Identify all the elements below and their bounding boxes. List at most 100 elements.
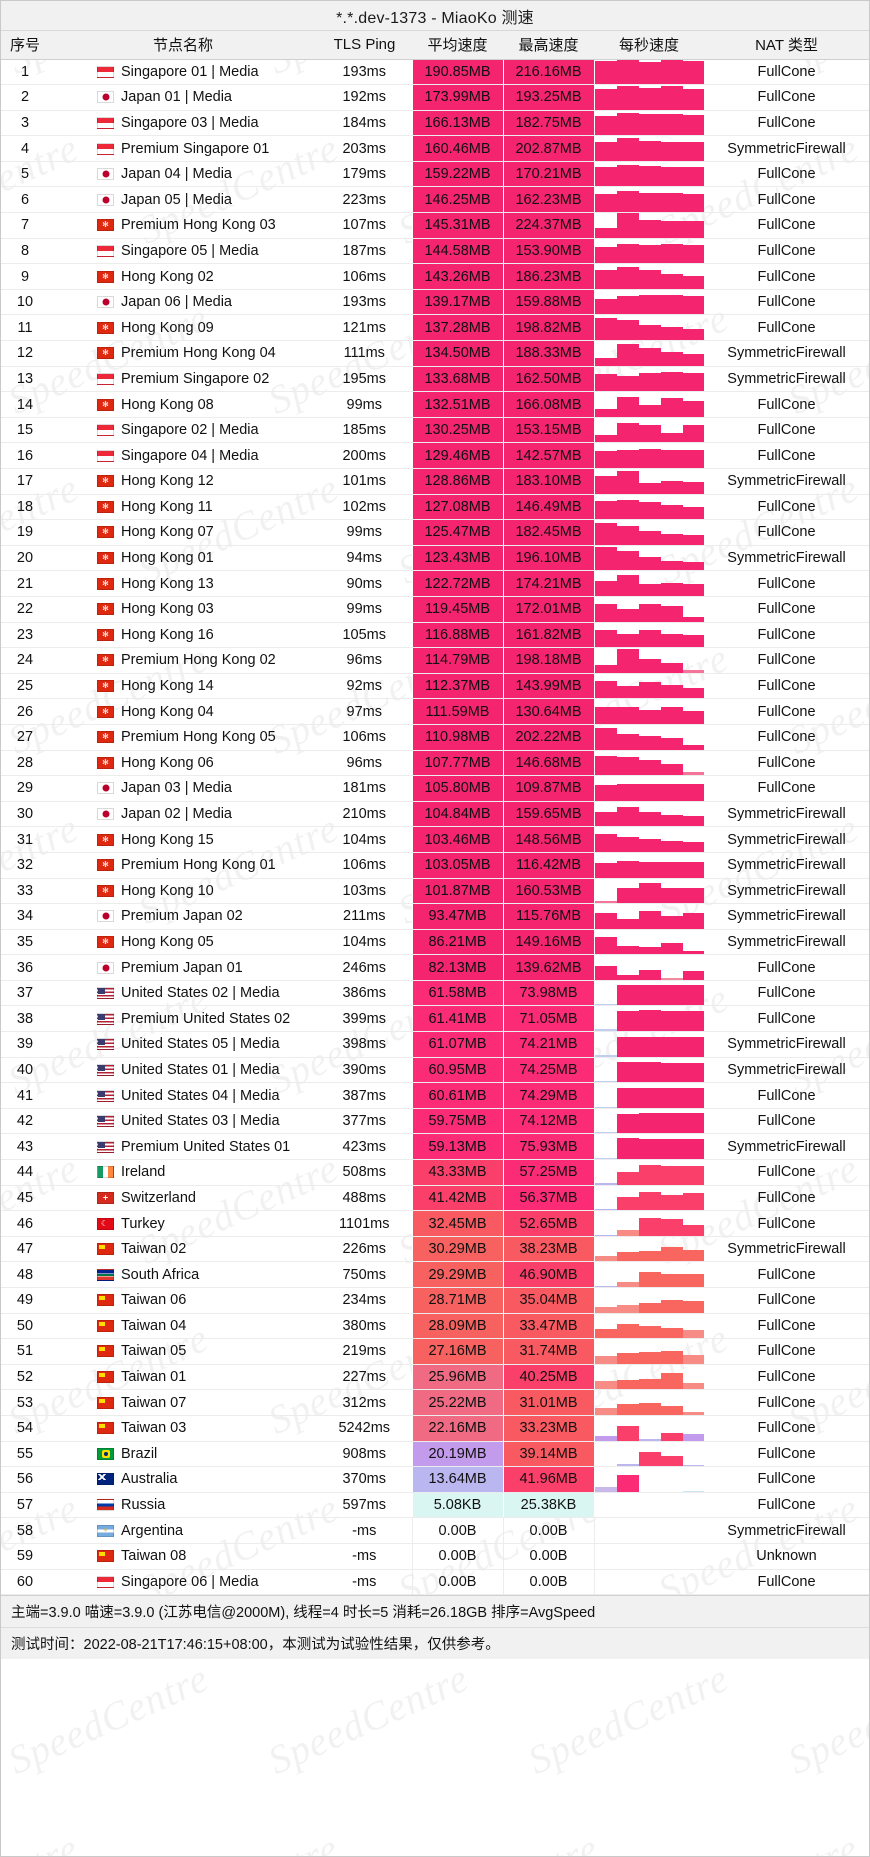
tls-ping-value: 111ms <box>317 340 412 367</box>
sparkline-bar <box>660 1247 683 1261</box>
column-header-max[interactable]: 最高速度 <box>503 31 594 60</box>
table-row[interactable]: 25 ✻ Hong Kong 14 92ms 112.37MB 143.99MB FullC… <box>1 673 869 700</box>
column-header-nat[interactable]: NAT 类型 <box>704 31 869 60</box>
table-row[interactable]: 59 Taiwan 08 -ms 0.00B 0.00B Unknown <box>1 1543 869 1570</box>
table-row[interactable]: 9 ✻ Hong Kong 02 106ms 143.26MB 186.23MB FullC… <box>1 263 869 290</box>
table-row[interactable]: 46 ☾ Turkey 1101ms 32.45MB 52.65MB FullCone <box>1 1210 869 1237</box>
sparkline-bars <box>594 1160 704 1185</box>
table-row[interactable]: 19 ✻ Hong Kong 07 99ms 125.47MB 182.45MB FullC… <box>1 519 869 546</box>
table-row[interactable]: 37 United States 02 | Media 386ms 61.58MB 73… <box>1 980 869 1007</box>
table-row[interactable]: 58 ☀ Argentina -ms 0.00B 0.00B SymmetricFirewa… <box>1 1517 869 1544</box>
table-row[interactable]: 48 South Africa 750ms 29.29MB 46.90MB FullCon… <box>1 1261 869 1288</box>
sparkline-bar <box>682 1225 704 1236</box>
table-row[interactable]: 33 ✻ Hong Kong 10 103ms 101.87MB 160.53MB Symm… <box>1 878 869 905</box>
sparkline-bar <box>638 219 661 238</box>
table-row[interactable]: 21 ✻ Hong Kong 13 90ms 122.72MB 174.21MB FullC… <box>1 570 869 597</box>
table-row[interactable]: 38 Premium United States 02 399ms 61.41MB 71… <box>1 1005 869 1033</box>
table-row[interactable]: 43 Premium United States 01 423ms 59.13MB 75… <box>1 1133 869 1161</box>
sparkline-bar <box>660 560 683 570</box>
sparkline-bar <box>638 1010 661 1031</box>
flag-icon-hk: ✻ <box>97 321 114 334</box>
table-row[interactable]: 51 Taiwan 05 219ms 27.16MB 31.74MB FullCone <box>1 1338 869 1365</box>
table-row[interactable]: 57 Russia 597ms 5.08KB 25.38KB FullCone <box>1 1492 869 1519</box>
table-row[interactable]: 29 Japan 03 | Media 181ms 105.80MB 109.87MB F… <box>1 775 869 802</box>
table-row[interactable]: 35 ✻ Hong Kong 05 104ms 86.21MB 149.16MB Symme… <box>1 929 869 956</box>
table-row[interactable]: 24 ✻ Premium Hong Kong 02 96ms 114.79MB 198.1… <box>1 647 869 674</box>
node-name-label: Premium United States 01 <box>121 1138 291 1155</box>
table-row[interactable]: 53 Taiwan 07 312ms 25.22MB 31.01MB FullCone <box>1 1389 869 1416</box>
table-row[interactable]: 1 Singapore 01 | Media 193ms 190.85MB 216.16… <box>1 59 869 86</box>
row-index: 17 <box>1 468 49 495</box>
column-header-index[interactable]: 序号 <box>1 31 49 60</box>
table-row[interactable]: 39 United States 05 | Media 398ms 61.07MB 74… <box>1 1031 869 1058</box>
table-row[interactable]: 8 Singapore 05 | Media 187ms 144.58MB 153.90… <box>1 238 869 265</box>
sparkline-bar <box>594 1381 617 1389</box>
table-row[interactable]: 13 Premium Singapore 02 195ms 133.68MB 162.5… <box>1 366 869 393</box>
column-header-name[interactable]: 节点名称 <box>49 31 317 60</box>
avg-speed-value: 123.43MB <box>411 545 504 572</box>
table-row[interactable]: 14 ✻ Hong Kong 08 99ms 132.51MB 166.08MB FullC… <box>1 391 869 418</box>
table-row[interactable]: 50 Taiwan 04 380ms 28.09MB 33.47MB FullCone <box>1 1313 869 1340</box>
table-row[interactable]: 56 Australia 370ms 13.64MB 41.96MB FullCone <box>1 1466 869 1493</box>
table-row[interactable]: 10 Japan 06 | Media 193ms 139.17MB 159.88MB F… <box>1 289 869 316</box>
table-row[interactable]: 20 ✻ Hong Kong 01 94ms 123.43MB 196.10MB Symme… <box>1 545 869 572</box>
table-row[interactable]: 18 ✻ Hong Kong 11 102ms 127.08MB 146.49MB Full… <box>1 494 869 521</box>
column-header-avg[interactable]: 平均速度 <box>412 31 503 60</box>
tls-ping-value: 1101ms <box>317 1210 412 1237</box>
table-row[interactable]: 32 ✻ Premium Hong Kong 01 106ms 103.05MB 116.… <box>1 852 869 879</box>
table-row[interactable]: 34 Premium Japan 02 211ms 93.47MB 115.76MB Sy… <box>1 903 869 930</box>
table-row[interactable]: 16 Singapore 04 | Media 200ms 129.46MB 142.5… <box>1 442 869 469</box>
table-row[interactable]: 26 ✻ Hong Kong 04 97ms 111.59MB 130.64MB FullC… <box>1 698 869 725</box>
sparkline-bar <box>638 244 661 263</box>
table-row[interactable]: 5 Japan 04 | Media 179ms 159.22MB 170.21MB Fu… <box>1 161 869 188</box>
column-header-spark[interactable]: 每秒速度 <box>594 31 704 60</box>
flag-icon-tw <box>97 1319 114 1332</box>
table-row[interactable]: 7 ✻ Premium Hong Kong 03 107ms 145.31MB 224.3… <box>1 212 869 239</box>
node-name-wrapper: Japan 05 | Media <box>49 192 317 208</box>
table-row[interactable]: 6 Japan 05 | Media 223ms 146.25MB 162.23MB Fu… <box>1 186 869 214</box>
table-row[interactable]: 31 ✻ Hong Kong 15 104ms 103.46MB 148.56MB Symm… <box>1 826 869 853</box>
table-row[interactable]: 45 + Switzerland 488ms 41.42MB 56.37MB FullCon… <box>1 1185 869 1212</box>
table-row[interactable]: 42 United States 03 | Media 377ms 59.75MB 74… <box>1 1108 869 1135</box>
sparkline-bar <box>638 1192 661 1210</box>
tls-ping-value: 203ms <box>317 135 412 162</box>
avg-speed-value: 145.31MB <box>411 212 504 239</box>
table-row[interactable]: 11 ✻ Hong Kong 09 121ms 137.28MB 198.82MB Full… <box>1 314 869 342</box>
sparkline-bar <box>594 1408 617 1415</box>
table-row[interactable]: 28 ✻ Hong Kong 06 96ms 107.77MB 146.68MB FullC… <box>1 750 869 777</box>
row-index: 4 <box>1 135 49 162</box>
table-row[interactable]: 41 United States 04 | Media 387ms 60.61MB 74… <box>1 1082 869 1109</box>
table-row[interactable]: 30 Japan 02 | Media 210ms 104.84MB 159.65MB S… <box>1 801 869 828</box>
column-header-ping[interactable]: TLS Ping <box>317 31 412 60</box>
node-name-label: Japan 05 | Media <box>121 191 232 208</box>
table-row[interactable]: 49 Taiwan 06 234ms 28.71MB 35.04MB FullCone <box>1 1287 869 1314</box>
table-row[interactable]: 12 ✻ Premium Hong Kong 04 111ms 134.50MB 188.… <box>1 340 869 367</box>
nat-type-value: FullCone <box>704 750 869 777</box>
flag-icon-hk: ✻ <box>97 705 114 718</box>
table-row[interactable]: 36 Premium Japan 01 246ms 82.13MB 139.62MB Fu… <box>1 954 869 981</box>
flag-icon-us <box>97 1012 114 1025</box>
node-name-wrapper: ✻ Hong Kong 15 <box>49 832 317 848</box>
table-row[interactable]: 23 ✻ Hong Kong 16 105ms 116.88MB 161.82MB Full… <box>1 622 869 649</box>
per-second-sparkline <box>594 1082 704 1109</box>
node-name-cell: ✻ Hong Kong 13 <box>49 570 317 597</box>
table-row[interactable]: 27 ✻ Premium Hong Kong 05 106ms 110.98MB 202.… <box>1 724 869 751</box>
table-row[interactable]: 2 Japan 01 | Media 192ms 173.99MB 193.25MB Fu… <box>1 84 869 111</box>
table-row[interactable]: 60 Singapore 06 | Media -ms 0.00B 0.00B FullC… <box>1 1569 869 1596</box>
table-row[interactable]: 40 United States 01 | Media 390ms 60.95MB 74… <box>1 1057 869 1084</box>
sparkline-bar <box>594 1307 617 1313</box>
table-row[interactable]: 55 Brazil 908ms 20.19MB 39.14MB FullCone <box>1 1441 869 1468</box>
table-row[interactable]: 47 Taiwan 02 226ms 30.29MB 38.23MB SymmetricF… <box>1 1236 869 1263</box>
table-row[interactable]: 17 ✻ Hong Kong 12 101ms 128.86MB 183.10MB Symm… <box>1 468 869 495</box>
table-row[interactable]: 44 Ireland 508ms 43.33MB 57.25MB FullCone <box>1 1159 869 1186</box>
tls-ping-value: 5242ms <box>317 1415 412 1442</box>
per-second-sparkline <box>594 596 704 623</box>
table-row[interactable]: 54 Taiwan 03 5242ms 22.16MB 33.23MB FullCone <box>1 1415 869 1442</box>
table-row[interactable]: 15 Singapore 02 | Media 185ms 130.25MB 153.1… <box>1 417 869 444</box>
sparkline-bar <box>682 1301 704 1313</box>
table-row[interactable]: 52 Taiwan 01 227ms 25.96MB 40.25MB FullCone <box>1 1364 869 1391</box>
nat-type-value: FullCone <box>704 647 869 674</box>
table-row[interactable]: 4 Premium Singapore 01 203ms 160.46MB 202.87… <box>1 135 869 162</box>
table-row[interactable]: 22 ✻ Hong Kong 03 99ms 119.45MB 172.01MB FullC… <box>1 596 869 623</box>
table-row[interactable]: 3 Singapore 03 | Media 184ms 166.13MB 182.75… <box>1 110 869 137</box>
